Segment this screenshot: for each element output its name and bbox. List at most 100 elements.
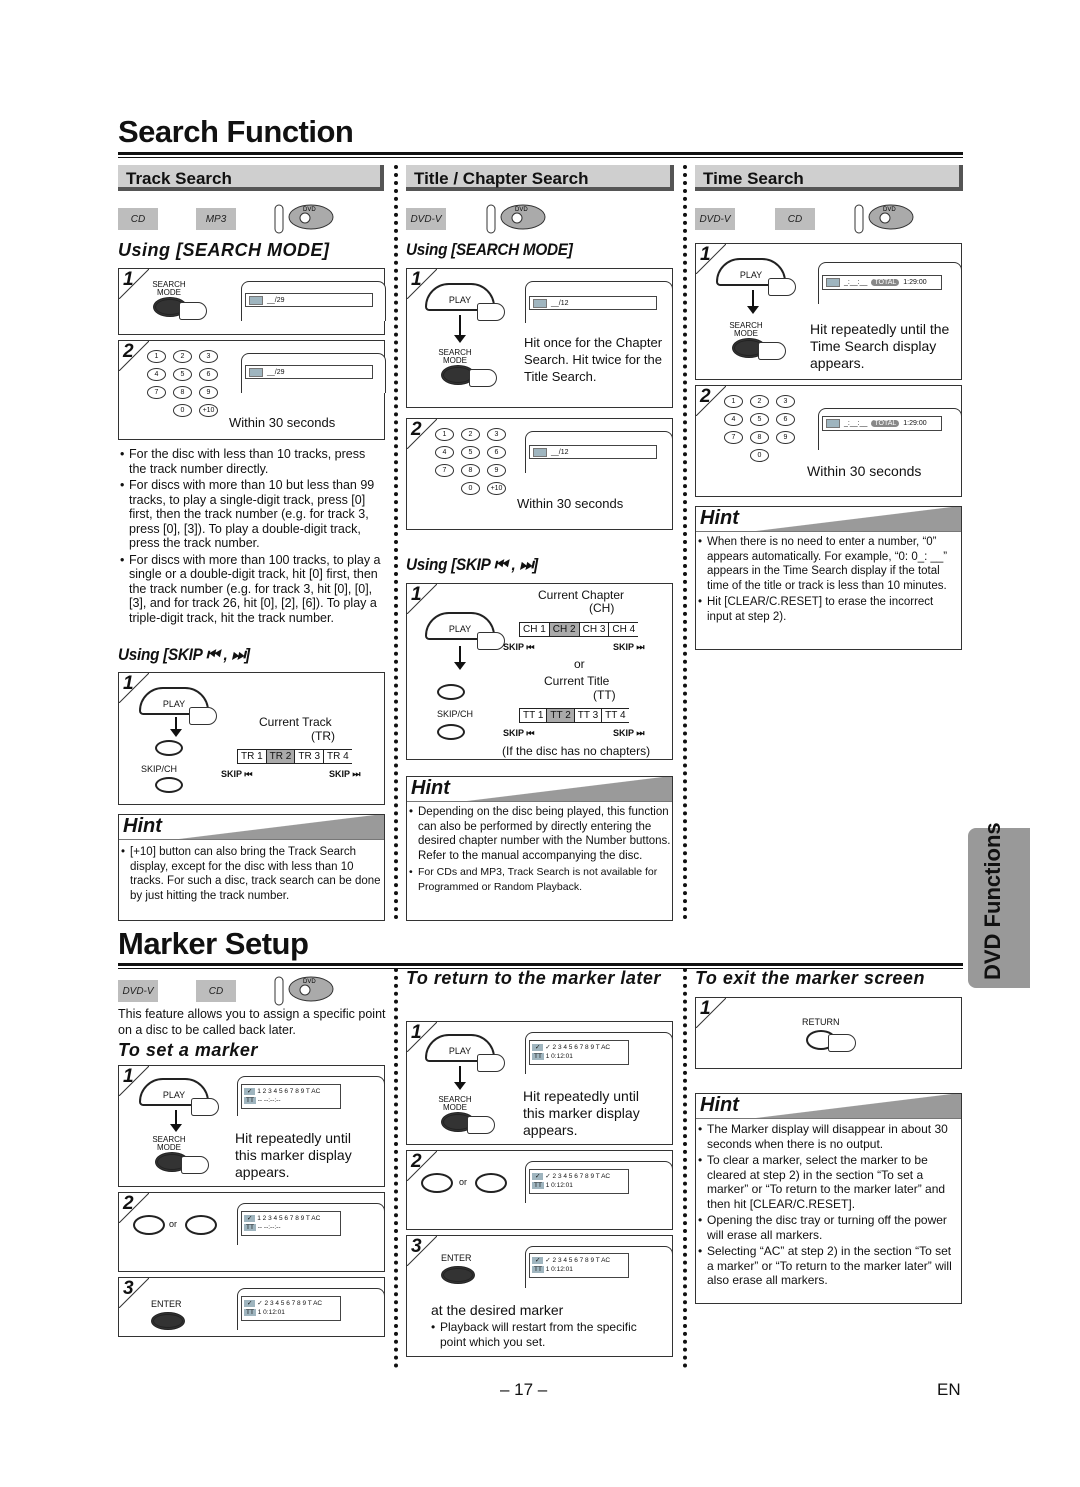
key-8[interactable]: 8: [750, 431, 769, 444]
step-number: 2: [123, 1193, 134, 1214]
key-9[interactable]: 9: [487, 464, 506, 477]
set-marker-step-3: 3 ENTER ✓ ✓ 2 3 4 5 6 7 8 9 T AC TT 1 0:…: [118, 1277, 385, 1337]
svg-text:DVD: DVD: [303, 207, 316, 213]
step-number: 2: [123, 341, 134, 362]
key-1[interactable]: 1: [147, 350, 166, 363]
number-keypad: 1 2 3 4 5 6 7 8 9 0: [724, 395, 795, 462]
track-step-2: 2 1 2 3 4 5 6 7 8 9 0 +10 __/29 Within 3…: [118, 340, 386, 440]
skip-ch-label: SKIP/CH: [437, 709, 474, 719]
track-icon: [249, 367, 263, 377]
left-arrow-button[interactable]: [421, 1173, 453, 1193]
enter-button[interactable]: [441, 1266, 475, 1284]
key-4[interactable]: 4: [435, 446, 454, 459]
key-9[interactable]: 9: [776, 431, 795, 444]
key-2[interactable]: 2: [461, 428, 480, 441]
chapter-step-1: 1 PLAY SEARCH MODE __/12 Hit once for th…: [406, 268, 673, 408]
hint-item: For CDs and MP3, Track Search is not ava…: [409, 865, 671, 894]
key-9[interactable]: 9: [199, 386, 218, 399]
key-4[interactable]: 4: [147, 368, 166, 381]
enter-button[interactable]: [151, 1312, 185, 1330]
key-2[interactable]: 2: [173, 350, 192, 363]
key-5[interactable]: 5: [173, 368, 192, 381]
key-0[interactable]: 0: [750, 449, 769, 462]
clock-icon: [826, 419, 840, 428]
key-7[interactable]: 7: [435, 464, 454, 477]
hand-icon: [768, 278, 796, 296]
key-8[interactable]: 8: [173, 386, 192, 399]
hand-icon: [181, 1156, 209, 1174]
key-5[interactable]: 5: [461, 446, 480, 459]
hint-title: Hint: [411, 777, 450, 799]
skip-next-button[interactable]: [437, 684, 465, 700]
dvd-v-disc-badge: DVD-V: [695, 208, 735, 230]
key-3[interactable]: 3: [776, 395, 795, 408]
key-0[interactable]: 0: [461, 482, 480, 495]
track-step-1: 1 SEARCH MODE __/29: [118, 268, 386, 335]
skip-next-button[interactable]: [155, 740, 183, 756]
return-marker-step-1: 1 PLAY SEARCH MODE ✓ ✓ 2 3 4 5 6 7 8 9 T…: [406, 1021, 673, 1145]
cell-current: TT 2: [546, 709, 574, 722]
key-8[interactable]: 8: [461, 464, 480, 477]
mp3-disc-badge: MP3: [196, 208, 236, 230]
step-number: 1: [411, 1022, 422, 1043]
step-number: 2: [700, 386, 711, 407]
enter-label: ENTER: [441, 1253, 472, 1263]
skip-ch-label: SKIP/CH: [141, 764, 178, 774]
dvd-remote-icon: DVD: [854, 204, 914, 234]
set-marker-heading: To set a marker: [118, 1040, 258, 1060]
arrow-down-icon: [170, 717, 182, 737]
skip-back-label: SKIP ⏮: [221, 769, 253, 779]
key-1[interactable]: 1: [724, 395, 743, 408]
arrow-down-icon: [454, 1066, 466, 1090]
key-5[interactable]: 5: [750, 413, 769, 426]
cd-disc-badge: CD: [196, 980, 236, 1002]
marker-intro: This feature allows you to assign a spec…: [118, 1007, 386, 1037]
key-7[interactable]: 7: [147, 386, 166, 399]
track-search-notes: For the disc with less than 10 tracks, p…: [120, 447, 382, 627]
cell: TT 3: [573, 709, 601, 722]
key-6[interactable]: 6: [776, 413, 795, 426]
marker-lcd: ✓ ✓ 2 3 4 5 6 7 8 9 T AC TT 1 0:12:01: [529, 1169, 629, 1194]
key-7[interactable]: 7: [724, 431, 743, 444]
cell: TR 4: [323, 750, 352, 763]
marker-instructions: Hit repeatedly until this marker display…: [523, 1088, 640, 1138]
key-6[interactable]: 6: [199, 368, 218, 381]
column-divider: [394, 165, 398, 920]
chapter-icon: [533, 447, 547, 457]
search-mode-instructions: Hit once for the Chapter Search. Hit twi…: [524, 335, 663, 384]
key-3[interactable]: 3: [487, 428, 506, 441]
lcd-display: __/12: [529, 296, 657, 310]
cell: TT 4: [601, 709, 628, 722]
cell: CH 1: [519, 623, 549, 636]
right-arrow-button[interactable]: [185, 1215, 217, 1235]
hint-item: The Marker display will disappear in abo…: [698, 1122, 960, 1151]
arrow-down-icon: [454, 315, 466, 343]
key-plus10[interactable]: +10: [199, 404, 218, 417]
skip-prev-button[interactable]: [155, 777, 183, 793]
title-rule: [118, 152, 963, 155]
right-arrow-button[interactable]: [475, 1173, 507, 1193]
title-cells: TT 1 TT 2 TT 3 TT 4: [519, 708, 629, 723]
left-arrow-button[interactable]: [133, 1215, 165, 1235]
skip-forward-label: SKIP ⏭: [613, 642, 645, 652]
key-2[interactable]: 2: [750, 395, 769, 408]
cell: TR 1: [237, 750, 266, 763]
note-item: For discs with more than 100 tracks, to …: [120, 553, 382, 626]
key-6[interactable]: 6: [487, 446, 506, 459]
hint-title: Hint: [123, 815, 162, 837]
key-4[interactable]: 4: [724, 413, 743, 426]
marker-lcd: ✓ 1 2 3 4 5 6 7 8 9 T AC TT -- --:--:--: [241, 1211, 341, 1236]
skip-prev-button[interactable]: [437, 724, 465, 740]
section-header-title-chapter-search: Title / Chapter Search: [406, 165, 674, 191]
column-divider: [394, 968, 398, 1368]
dvd-remote-icon: DVD: [274, 976, 334, 1006]
key-0[interactable]: 0: [173, 404, 192, 417]
chapter-hint-box: Hint Depending on the disc being played,…: [406, 776, 673, 921]
key-1[interactable]: 1: [435, 428, 454, 441]
key-3[interactable]: 3: [199, 350, 218, 363]
marker-instructions: Hit repeatedly until this marker display…: [235, 1130, 352, 1180]
key-plus10[interactable]: +10: [487, 482, 506, 495]
exit-marker-heading: To exit the marker screen: [695, 968, 925, 988]
return-label: RETURN: [802, 1017, 840, 1027]
hand-icon: [179, 302, 207, 320]
